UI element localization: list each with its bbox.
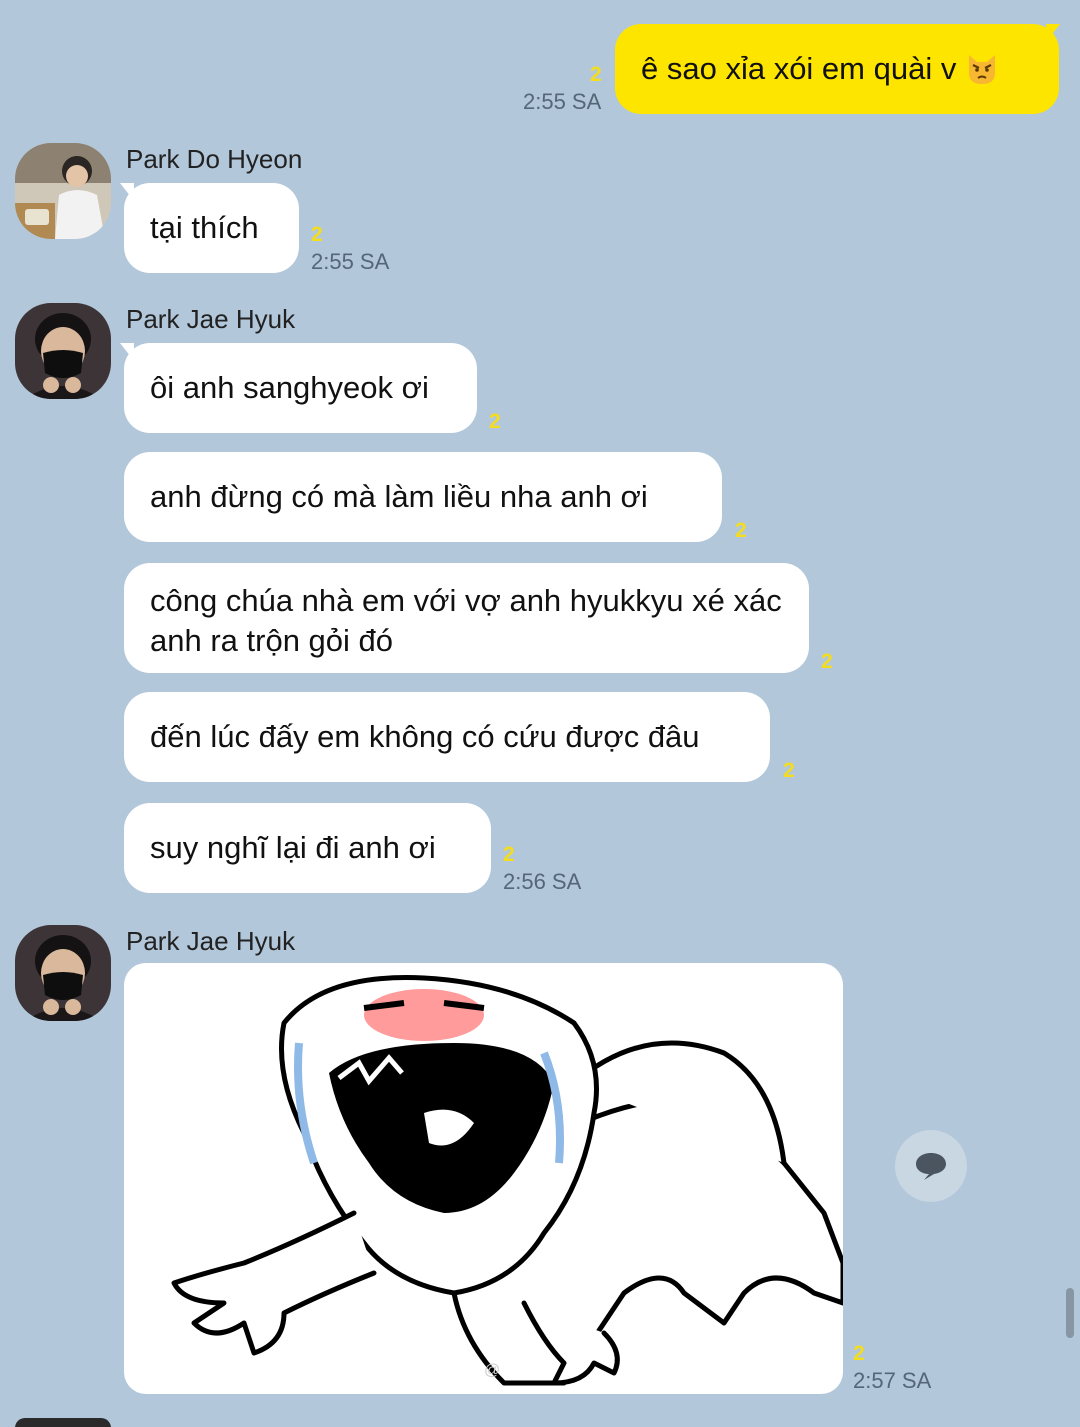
message-text: công chúa nhà em với vợ anh hyukkyu xé x… bbox=[150, 583, 782, 658]
unread-count: 2 bbox=[821, 650, 833, 673]
unread-count: 2 bbox=[735, 519, 747, 542]
crying-screaming-blob-sticker: @ bbox=[171, 975, 843, 1386]
speech-bubble-icon bbox=[916, 1153, 946, 1180]
reply-button[interactable] bbox=[895, 1130, 967, 1202]
avatar[interactable] bbox=[15, 1418, 111, 1427]
sender-name: Park Do Hyeon bbox=[126, 144, 303, 174]
scrollbar[interactable] bbox=[1066, 1288, 1074, 1338]
message-text: ê sao xỉa xói em quài v bbox=[641, 51, 957, 86]
message-text: anh đừng có mà làm liều nha anh ơi bbox=[150, 479, 648, 514]
unread-count: 2 bbox=[503, 843, 515, 866]
profile-photo bbox=[15, 1418, 111, 1427]
message-time: 2:55 SA bbox=[523, 89, 602, 114]
message-text: tại thích bbox=[150, 210, 259, 245]
my-message-bubble[interactable]: ê sao xỉa xói em quài v bbox=[615, 24, 1059, 114]
their-message-bubble[interactable]: công chúa nhà em với vợ anh hyukkyu xé x… bbox=[124, 563, 809, 673]
message-text: suy nghĩ lại đi anh ơi bbox=[150, 830, 436, 865]
unread-count: 2 bbox=[489, 410, 501, 433]
sender-name: Park Jae Hyuk bbox=[126, 926, 296, 956]
unread-count: 2 bbox=[590, 63, 602, 86]
avatar[interactable] bbox=[15, 303, 111, 399]
profile-photo bbox=[15, 143, 111, 239]
pouting-cat-icon bbox=[969, 55, 996, 84]
message-text: đến lúc đấy em không có cứu được đâu bbox=[150, 719, 700, 754]
sender-name: Park Jae Hyuk bbox=[126, 304, 296, 334]
unread-count: 2 bbox=[853, 1342, 865, 1365]
message-time: 2:55 SA bbox=[311, 249, 390, 274]
message-time: 2:56 SA bbox=[503, 869, 582, 894]
avatar[interactable] bbox=[15, 143, 111, 239]
chat-room: ê sao xỉa xói em quài v 2 2:55 SA Park D… bbox=[0, 0, 1080, 1427]
avatar[interactable] bbox=[15, 925, 111, 1021]
unread-count: 2 bbox=[783, 759, 795, 782]
profile-photo bbox=[15, 925, 111, 1021]
their-message-bubble[interactable]: ôi anh sanghyeok ơi bbox=[124, 343, 477, 433]
their-message-bubble[interactable]: đến lúc đấy em không có cứu được đâu bbox=[124, 692, 770, 782]
unread-count: 2 bbox=[311, 223, 323, 246]
sticker-message[interactable]: @ bbox=[124, 963, 843, 1394]
message-time: 2:57 SA bbox=[853, 1368, 932, 1393]
profile-photo bbox=[15, 303, 111, 399]
their-message-bubble[interactable]: tại thích bbox=[124, 183, 299, 273]
svg-text:@: @ bbox=[484, 1362, 500, 1379]
their-message-bubble[interactable]: anh đừng có mà làm liều nha anh ơi bbox=[124, 452, 722, 542]
message-text: ôi anh sanghyeok ơi bbox=[150, 370, 429, 405]
bubble-tail bbox=[1046, 24, 1060, 42]
their-message-bubble[interactable]: suy nghĩ lại đi anh ơi bbox=[124, 803, 491, 893]
